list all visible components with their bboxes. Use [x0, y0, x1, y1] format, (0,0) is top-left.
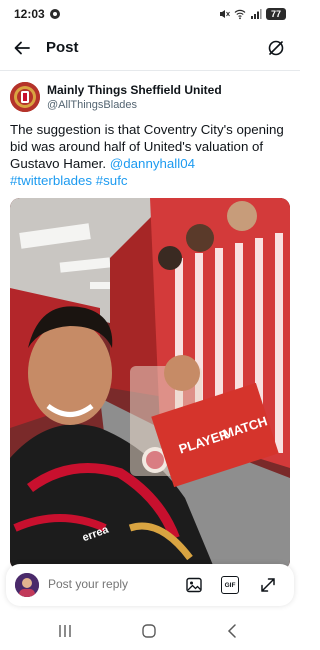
notification-icon [49, 9, 60, 19]
status-bar: 12:03 77 [0, 0, 300, 28]
recent-apps-icon[interactable] [56, 622, 74, 640]
home-icon[interactable] [140, 622, 158, 640]
signal-icon [251, 9, 262, 19]
user-avatar[interactable] [15, 573, 39, 597]
author-handle[interactable]: @AllThingsBlades [47, 99, 137, 111]
author-avatar[interactable] [10, 82, 40, 112]
reply-toggle-icon[interactable] [266, 38, 286, 58]
battery-indicator: 77 [266, 8, 286, 20]
author-row: Mainly Things Sheffield United @AllThing… [10, 82, 290, 118]
mute-icon [220, 10, 230, 18]
status-left: 12:03 [14, 7, 60, 21]
status-time: 12:03 [14, 7, 45, 21]
tweet-text: The suggestion is that Coventry City's o… [10, 121, 294, 189]
photo-illustration [10, 198, 290, 570]
reply-bar: GIF [6, 564, 294, 606]
page-title: Post [46, 39, 79, 56]
system-nav-bar [0, 612, 300, 650]
back-nav-icon[interactable] [224, 622, 242, 640]
header: Post [0, 30, 300, 66]
wifi-icon [234, 9, 246, 20]
hashtag-link-twitterblades[interactable]: #twitterblades [10, 173, 92, 188]
gif-icon: GIF [224, 581, 236, 589]
author-name[interactable]: Mainly Things Sheffield United [47, 83, 222, 97]
hashtag-link-sufc[interactable]: #sufc [96, 173, 128, 188]
image-icon[interactable] [185, 576, 203, 594]
reply-input[interactable] [48, 577, 168, 591]
gif-button[interactable]: GIF [221, 576, 239, 594]
mention-link[interactable]: @dannyhall04 [110, 156, 195, 171]
back-arrow-icon[interactable] [12, 38, 32, 58]
tweet-media[interactable]: PLAYER MATCH errea [10, 198, 290, 570]
status-right: 77 [218, 8, 286, 20]
avatar-image-icon [15, 573, 39, 597]
header-divider [0, 70, 300, 71]
expand-icon[interactable] [259, 576, 277, 594]
crest-icon [10, 82, 40, 112]
